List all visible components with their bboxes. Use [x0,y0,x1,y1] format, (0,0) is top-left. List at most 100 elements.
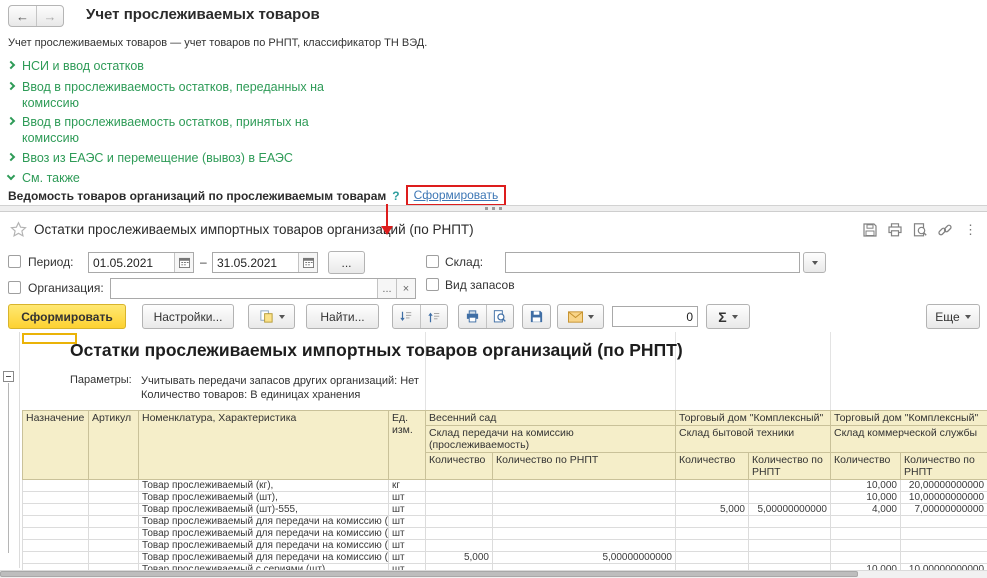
forward-button[interactable]: → [36,6,63,26]
table-cell[interactable] [749,540,831,552]
table-cell[interactable]: шт [389,492,426,504]
table-cell[interactable] [676,492,749,504]
table-cell[interactable]: шт [389,540,426,552]
table-cell[interactable] [89,528,139,540]
table-cell[interactable] [426,480,493,492]
table-cell[interactable] [23,516,89,528]
collapse-group-box[interactable] [3,371,14,382]
table-cell[interactable] [89,516,139,528]
section-vvod-peredannyh[interactable]: Ввод в прослеживаемость остатков, переда… [8,79,353,111]
table-cell[interactable]: Товар прослеживаемый для передачи на ком… [139,516,389,528]
table-cell[interactable] [749,492,831,504]
group-header-org[interactable]: Торговый дом "Комплексный" [676,411,831,426]
table-cell[interactable]: 10,000 [831,480,901,492]
table-cell[interactable] [426,528,493,540]
table-cell[interactable]: кг [389,480,426,492]
toolbar-save-button[interactable] [522,304,551,329]
table-cell[interactable] [23,540,89,552]
send-mail-button[interactable] [557,304,604,329]
table-cell[interactable]: 5,000 [426,552,493,564]
toolbar-print-button[interactable] [459,309,486,324]
table-cell[interactable] [831,540,901,552]
col-header-nomenklatura[interactable]: Номенклатура, Характеристика [139,411,389,480]
toolbar-preview-button[interactable] [487,309,514,324]
table-cell[interactable]: Товар прослеживаемый (шт), [139,492,389,504]
table-cell[interactable] [89,492,139,504]
selected-cell[interactable] [22,333,77,344]
table-cell[interactable] [749,516,831,528]
table-cell[interactable]: 4,000 [831,504,901,516]
table-cell[interactable] [426,492,493,504]
table-cell[interactable] [749,480,831,492]
table-cell[interactable]: Товар прослеживаемый (кг), [139,480,389,492]
find-button[interactable]: Найти... [306,304,379,329]
table-cell[interactable] [831,528,901,540]
table-cell[interactable]: 5,000 [676,504,749,516]
table-cell[interactable]: 5,00000000000 [493,552,676,564]
table-cell[interactable] [676,516,749,528]
save-icon[interactable] [862,222,878,238]
print-icon[interactable] [887,222,903,238]
col-header-artikul[interactable]: Артикул [89,411,139,480]
params-label[interactable]: Параметры: [70,374,132,386]
table-cell[interactable]: 10,00000000000 [901,492,987,504]
table-cell[interactable]: шт [389,528,426,540]
sheet-report-title[interactable]: Остатки прослеживаемых импортных товаров… [70,340,683,361]
org-input[interactable]: ... × [110,278,416,299]
group-header-org[interactable]: Торговый дом "Комплексный" [831,411,987,426]
table-cell[interactable] [493,504,676,516]
back-button[interactable]: ← [9,6,36,26]
section-vvod-prinyatyh[interactable]: Ввод в прослеживаемость остатков, принят… [8,114,353,146]
col-header-qty-rnpt[interactable]: Количество по РНПТ [901,453,987,480]
report-variants-button[interactable] [248,304,295,329]
group-header-org[interactable]: Весенний сад [426,411,676,426]
period-to-input[interactable]: 31.05.2021 [212,252,318,273]
panel-splitter[interactable] [0,205,987,212]
table-cell[interactable]: 7,00000000000 [901,504,987,516]
table-cell[interactable] [901,516,987,528]
more-button[interactable]: Еще [926,304,980,329]
section-see-also[interactable]: См. также [8,170,208,186]
table-cell[interactable] [676,552,749,564]
sklad-dropdown-button[interactable] [803,252,826,273]
print-preview-icon[interactable] [912,222,928,238]
section-vvoz-eaes[interactable]: Ввоз из ЕАЭС и перемещение (вывоз) в ЕАЭ… [8,150,408,166]
table-cell[interactable]: 10,000 [831,492,901,504]
generate-report-link[interactable]: Сформировать [414,188,499,202]
table-cell[interactable] [23,552,89,564]
table-cell[interactable] [426,516,493,528]
table-cell[interactable]: шт [389,516,426,528]
col-header-qty[interactable]: Количество [831,453,901,480]
table-cell[interactable] [831,516,901,528]
calendar-icon[interactable] [298,253,317,272]
table-cell[interactable] [89,504,139,516]
table-cell[interactable]: шт [389,504,426,516]
table-cell[interactable] [901,552,987,564]
table-cell[interactable] [23,492,89,504]
sklad-checkbox[interactable] [426,255,439,268]
settings-button[interactable]: Настройки... [142,304,234,329]
table-cell[interactable]: 20,00000000000 [901,480,987,492]
period-variants-button[interactable]: ... [328,251,365,274]
col-header-qty-rnpt[interactable]: Количество по РНПТ [493,453,676,480]
vid-zapasov-checkbox[interactable] [426,278,439,291]
group-header-warehouse[interactable]: Склад бытовой техники [676,426,831,453]
choose-icon[interactable]: ... [377,279,396,298]
table-cell[interactable]: шт [389,552,426,564]
table-cell[interactable] [676,480,749,492]
params-values[interactable]: Учитывать передачи запасов других органи… [141,374,419,402]
col-header-qty-rnpt[interactable]: Количество по РНПТ [749,453,831,480]
table-cell[interactable] [749,528,831,540]
help-icon[interactable]: ? [392,189,399,203]
table-cell[interactable]: Товар прослеживаемый для передачи на ком… [139,528,389,540]
table-cell[interactable] [676,540,749,552]
table-cell[interactable] [901,528,987,540]
table-cell[interactable] [89,552,139,564]
table-cell[interactable] [493,516,676,528]
group-header-warehouse[interactable]: Склад коммерческой службы [831,426,987,453]
table-cell[interactable] [23,480,89,492]
table-cell[interactable] [89,480,139,492]
period-from-input[interactable]: 01.05.2021 [88,252,194,273]
table-cell[interactable]: 5,00000000000 [749,504,831,516]
expand-groups-button[interactable] [393,310,420,324]
